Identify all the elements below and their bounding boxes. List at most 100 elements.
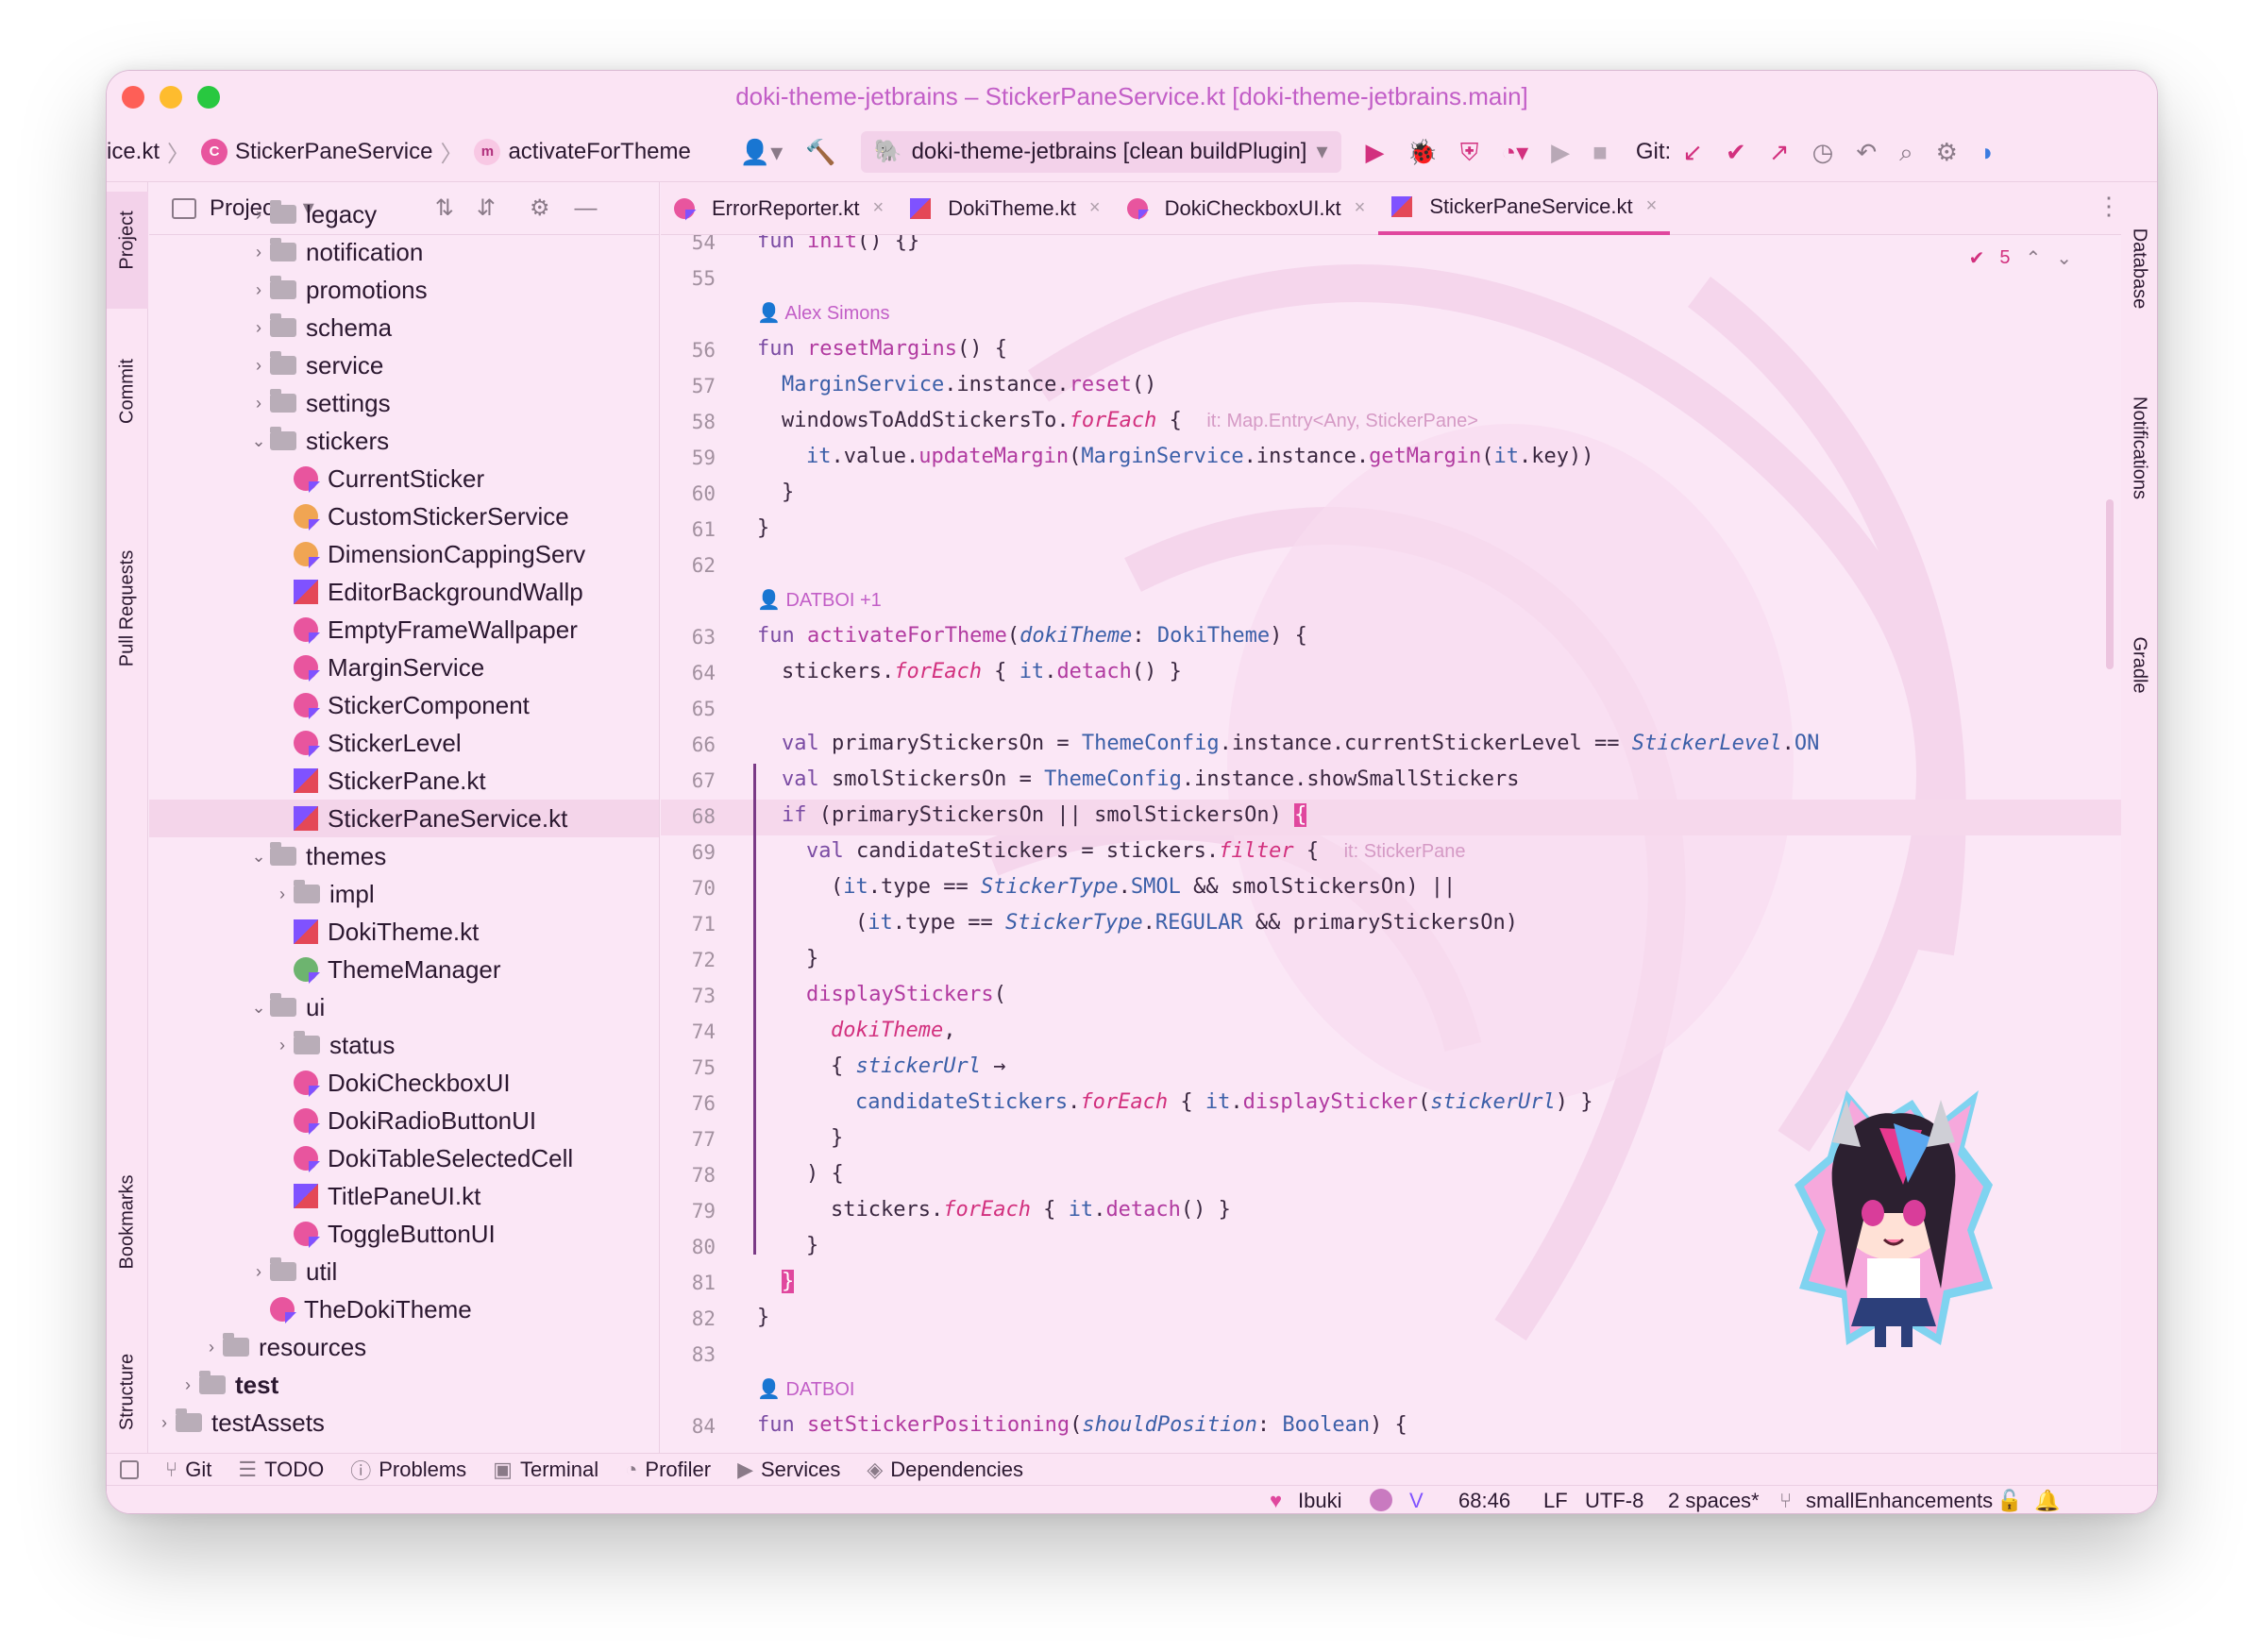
close-tab-icon[interactable]: ×	[1089, 197, 1101, 219]
tree-item[interactable]: › legacy	[149, 195, 377, 233]
tree-item[interactable]: ThemeManager	[149, 951, 501, 988]
collapse-all-icon[interactable]: ⇵	[477, 194, 496, 222]
tool-window-button[interactable]: ◈ Dependencies	[867, 1458, 1023, 1482]
chevron-right-icon[interactable]: ›	[200, 1338, 223, 1357]
code-line[interactable]: val smolStickersOn = ThemeConfig.instanc…	[782, 767, 1520, 791]
code-line[interactable]: displayStickers(	[806, 983, 1006, 1006]
code-line[interactable]: it.value.updateMargin(MarginService.inst…	[806, 445, 1594, 468]
coverage-icon[interactable]: ⛨	[1460, 140, 1479, 164]
code-line[interactable]: }	[806, 1234, 818, 1257]
tree-item[interactable]: ⌄ ui	[149, 988, 325, 1026]
editor-scrollbar[interactable]	[2106, 499, 2114, 669]
tree-item[interactable]: TitlePaneUI.kt	[149, 1177, 480, 1215]
code-line[interactable]: MarginService.instance.reset()	[782, 373, 1156, 396]
indent-setting[interactable]: 2 spaces*	[1668, 1489, 1760, 1513]
more-icon[interactable]: ⋮	[2097, 192, 2121, 221]
zoom-window-button[interactable]	[197, 86, 220, 109]
notification-bell-icon[interactable]: 🔔	[2034, 1489, 2060, 1513]
tool-tab-notifications[interactable]: Notifications	[2120, 371, 2157, 531]
chevron-down-icon[interactable]: ⌄	[247, 847, 270, 867]
git-commit-icon[interactable]: ✔	[1726, 140, 1746, 164]
minimize-window-button[interactable]	[160, 86, 182, 109]
tree-item[interactable]: › settings	[149, 384, 391, 422]
code-line[interactable]: ) {	[806, 1162, 844, 1186]
code-line[interactable]: candidateStickers.forEach { it.displaySt…	[855, 1090, 1593, 1114]
code-line[interactable]: }	[757, 516, 769, 540]
tree-item[interactable]: › promotions	[149, 271, 428, 309]
tree-item[interactable]: DimensionCappingServ	[149, 535, 585, 573]
close-tab-icon[interactable]: ×	[1646, 195, 1658, 217]
tool-window-button[interactable]: ⓘ Problems	[350, 1455, 466, 1485]
code-line[interactable]: fun setStickerPositioning(shouldPosition…	[757, 1413, 1407, 1437]
tool-tab-project[interactable]: Project	[107, 192, 148, 309]
code-line[interactable]: }	[831, 1126, 843, 1150]
code-line[interactable]: }	[806, 947, 818, 970]
toggle-tool-windows-icon[interactable]	[120, 1459, 139, 1479]
build-hammer-icon[interactable]: 🔨	[805, 140, 835, 164]
tree-item[interactable]: DokiTableSelectedCell	[149, 1139, 573, 1177]
tool-tab-gradle[interactable]: Gradle	[2120, 607, 2157, 711]
chevron-right-icon[interactable]: ›	[247, 205, 270, 225]
chevron-down-icon[interactable]: ⌄	[247, 998, 270, 1018]
stop-icon[interactable]: ■	[1592, 140, 1608, 164]
tree-item[interactable]: ⌄ stickers	[149, 422, 389, 460]
tool-window-button[interactable]: ◔ Profiler	[625, 1458, 711, 1482]
file-encoding[interactable]: UTF-8	[1585, 1489, 1643, 1513]
code-line[interactable]: }	[757, 1306, 769, 1329]
tree-item[interactable]: CurrentSticker	[149, 460, 484, 497]
chevron-right-icon[interactable]: ›	[247, 280, 270, 300]
code-line[interactable]: stickers.forEach { it.detach() }	[831, 1198, 1231, 1222]
editor-tab[interactable]: StickerPaneService.kt ×	[1378, 182, 1671, 235]
tool-tab-database[interactable]: Database	[2120, 201, 2157, 318]
editor-tab[interactable]: ErrorReporter.kt ×	[661, 182, 897, 235]
tree-item[interactable]: › resources	[149, 1328, 366, 1366]
code-line[interactable]: { stickerUrl →	[831, 1054, 1005, 1078]
close-tab-icon[interactable]: ×	[1355, 197, 1366, 219]
code-line[interactable]: (it.type == StickerType.SMOL && smolStic…	[831, 875, 1456, 899]
tree-item[interactable]: ToggleButtonUI	[149, 1215, 496, 1253]
close-window-button[interactable]	[122, 86, 144, 109]
tree-item[interactable]: StickerPane.kt	[149, 762, 486, 800]
tree-item[interactable]: StickerComponent	[149, 686, 530, 724]
code-line[interactable]: if (primaryStickersOn || smolStickersOn)…	[782, 803, 1307, 827]
code-author-hint[interactable]: 👤 DATBOI	[757, 1377, 854, 1401]
chevron-right-icon[interactable]: ›	[247, 394, 270, 413]
avatar[interactable]	[1370, 1489, 1392, 1511]
run-icon[interactable]: ▶	[1366, 140, 1385, 164]
code-line[interactable]: val primaryStickersOn = ThemeConfig.inst…	[782, 732, 1819, 755]
code-line[interactable]: }	[782, 480, 794, 504]
chevron-right-icon[interactable]: ›	[271, 885, 294, 904]
tree-item[interactable]: CustomStickerService	[149, 497, 569, 535]
code-line[interactable]: fun resetMargins() {	[757, 337, 1007, 361]
tree-item[interactable]: › testAssets	[149, 1404, 325, 1441]
inspections-widget[interactable]: ✔ 5 ⌃ ⌄	[1969, 246, 2072, 270]
code-line[interactable]: fun activateForTheme(dokiTheme: DokiThem…	[757, 624, 1307, 648]
resume-icon[interactable]: ▶	[1551, 140, 1570, 164]
chevron-right-icon[interactable]: ›	[177, 1375, 199, 1395]
chevron-right-icon[interactable]: ›	[247, 318, 270, 338]
tree-item[interactable]: StickerLevel	[149, 724, 462, 762]
tree-item[interactable]: › test	[149, 1366, 278, 1404]
tree-item[interactable]: › status	[149, 1026, 395, 1064]
tree-item[interactable]: StickerPaneService.kt	[149, 800, 659, 837]
tree-item[interactable]: › impl	[149, 875, 375, 913]
hide-icon[interactable]: —	[574, 195, 597, 222]
tree-item[interactable]: › util	[149, 1253, 337, 1290]
chevron-up-icon[interactable]: ⌃	[2025, 246, 2041, 270]
user-icon[interactable]: 👤▾	[740, 140, 783, 164]
code-line[interactable]: stickers.forEach { it.detach() }	[782, 660, 1182, 683]
chevron-right-icon[interactable]: ›	[247, 243, 270, 262]
git-branch[interactable]: smallEnhancements	[1806, 1489, 1993, 1513]
settings-gear-icon[interactable]: ⚙	[530, 194, 550, 222]
tree-item[interactable]: MarginService	[149, 649, 484, 686]
tool-window-button[interactable]: ▣ Terminal	[493, 1458, 598, 1482]
git-push-icon[interactable]: ↗	[1769, 140, 1790, 164]
tree-item[interactable]: DokiCheckboxUI	[149, 1064, 511, 1102]
editor-tab[interactable]: DokiCheckboxUI.kt ×	[1114, 182, 1379, 235]
code-line[interactable]: windowsToAddStickersTo.forEach { it: Map…	[782, 409, 1478, 432]
chevron-right-icon[interactable]: ›	[271, 1036, 294, 1055]
tree-item[interactable]: DokiRadioButtonUI	[149, 1102, 536, 1139]
breadcrumb-file[interactable]: ice.kt 〉	[107, 135, 190, 168]
code-line[interactable]: }	[782, 1270, 795, 1293]
chevron-right-icon[interactable]: ›	[247, 356, 270, 376]
